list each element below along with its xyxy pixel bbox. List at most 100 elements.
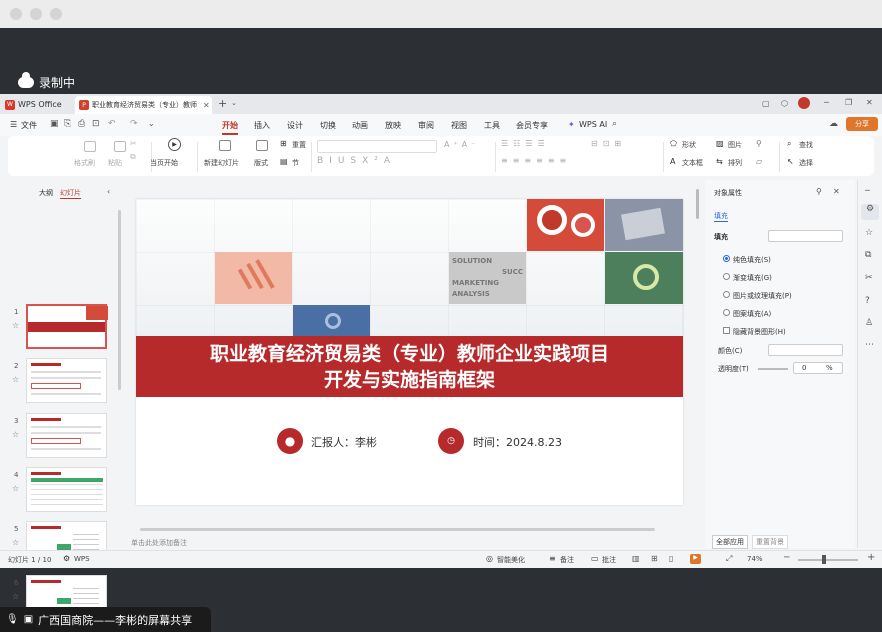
beautify-button[interactable]: 智能美化 <box>497 555 525 565</box>
tab-insert[interactable]: 插入 <box>254 120 270 131</box>
slide-thumbnail[interactable] <box>26 358 107 403</box>
transparency-input[interactable]: 0 % <box>793 362 843 374</box>
new-slide-button[interactable]: 新建幻灯片 <box>204 158 239 168</box>
normal-view-icon[interactable]: ▥ <box>632 554 640 563</box>
zoom-level[interactable]: 74% <box>747 555 763 563</box>
tab-list-icon[interactable]: ⌄ <box>231 99 237 107</box>
arrange-button[interactable]: 排列 <box>728 158 742 168</box>
tab-transition[interactable]: 切换 <box>320 120 336 131</box>
restore-app-icon[interactable]: ❐ <box>845 98 852 107</box>
save-icon[interactable]: ▣ <box>50 119 59 129</box>
outline-tab[interactable]: 大纲 <box>39 188 53 198</box>
slide-vscrollbar[interactable] <box>696 189 699 219</box>
cloud-sync-icon[interactable]: ☁ <box>829 119 838 129</box>
cube-icon[interactable]: ⬡ <box>781 99 788 108</box>
export-icon[interactable]: ⎘ <box>64 119 71 129</box>
picture-fill-radio[interactable] <box>723 291 730 298</box>
menu-icon[interactable]: ☰ <box>10 120 17 129</box>
slides-tab[interactable]: 幻灯片 <box>60 188 81 199</box>
tab-member[interactable]: 会员专享 <box>516 120 548 131</box>
close-window-button[interactable] <box>10 8 22 20</box>
slide-star-icon[interactable]: ☆ <box>12 484 19 493</box>
stamp-icon[interactable]: ♙ <box>865 318 873 328</box>
fill-section-header[interactable]: 填充 <box>714 232 728 242</box>
slide-star-icon[interactable]: ☆ <box>12 538 19 547</box>
wps-ai-button[interactable]: WPS AI <box>579 120 607 129</box>
close-app-icon[interactable]: ✕ <box>866 98 873 107</box>
slide-star-icon[interactable]: ☆ <box>12 430 19 439</box>
tab-animation[interactable]: 动画 <box>352 120 368 131</box>
fill-tab[interactable]: 填充 <box>714 211 728 222</box>
minimize-window-button[interactable] <box>30 8 42 20</box>
tab-wps-home[interactable]: W WPS Office <box>5 97 62 112</box>
hide-bg-checkbox[interactable] <box>723 327 730 334</box>
group-icon[interactable]: ▱ <box>756 157 762 166</box>
microphone-icon[interactable]: 🎙 <box>6 614 19 625</box>
panel-scrollbar[interactable] <box>118 210 121 390</box>
reset-bg-button-visible[interactable]: 重置背景 <box>752 535 788 549</box>
tab-document[interactable]: P 职业教育经济贸易类（专业）教师 ✕ <box>75 96 212 114</box>
font-format-icons[interactable]: BIUSX²A <box>317 156 396 166</box>
avatar[interactable] <box>798 97 810 109</box>
copy-icon[interactable]: ⧉ <box>130 152 136 162</box>
section-button[interactable]: 节 <box>292 158 299 168</box>
more-icon[interactable]: ⌄ <box>148 119 155 128</box>
zoom-out-icon[interactable]: ─ <box>784 553 789 563</box>
tab-design[interactable]: 设计 <box>287 120 303 131</box>
from-current-button[interactable]: 当页开始 <box>150 158 178 168</box>
slide-star-icon[interactable]: ☆ <box>12 375 19 384</box>
textbox-button[interactable]: 文本框 <box>682 158 703 168</box>
select-button[interactable]: 选择 <box>799 158 813 168</box>
slide-star-icon[interactable]: ☆ <box>12 592 19 601</box>
tab-review[interactable]: 审阅 <box>418 120 434 131</box>
slide-thumbnail[interactable] <box>26 413 107 458</box>
solid-fill-radio[interactable] <box>723 255 730 262</box>
properties-icon[interactable]: ⚙ <box>861 204 879 220</box>
color-dropdown[interactable] <box>768 344 843 356</box>
stamp-icon[interactable]: ⚲ <box>756 139 762 148</box>
tab-slideshow[interactable]: 放映 <box>385 120 401 131</box>
list-icons[interactable]: ☰☷☰☰ <box>501 139 550 148</box>
sorter-view-icon[interactable]: ⊞ <box>651 554 658 563</box>
pin-icon[interactable]: ⚲ <box>816 187 822 196</box>
apply-all-button-visible[interactable]: 全部应用 <box>712 535 748 549</box>
paragraph-icons[interactable]: ⊟⊡⊞ <box>591 139 626 148</box>
slide-thumbnail[interactable] <box>26 304 108 349</box>
pattern-fill-radio[interactable] <box>723 309 730 316</box>
font-size-icons[interactable]: A⁺A⁻ <box>444 140 479 149</box>
cut-icon[interactable]: ✂ <box>130 139 137 148</box>
close-tab-icon[interactable]: ✕ <box>203 101 210 110</box>
format-painter-button[interactable]: 格式刷 <box>74 158 95 168</box>
notes-button[interactable]: 备注 <box>560 555 574 565</box>
shape-button[interactable]: 形状 <box>682 140 696 150</box>
zoom-slider-handle[interactable] <box>822 555 826 564</box>
help-icon[interactable]: ? <box>865 296 870 306</box>
find-button[interactable]: 查找 <box>799 140 813 150</box>
search-icon[interactable]: ⌕ <box>612 119 617 129</box>
preview-icon[interactable]: ⊡ <box>92 119 100 129</box>
slide-star-icon[interactable]: ☆ <box>12 321 19 330</box>
reading-view-icon[interactable]: ▯ <box>669 554 673 563</box>
tab-tools[interactable]: 工具 <box>484 120 500 131</box>
share-button[interactable]: 分享 <box>846 117 878 131</box>
collapse-panel-icon[interactable]: ‹ <box>107 187 110 196</box>
zoom-in-icon[interactable]: + <box>867 552 875 563</box>
notes-placeholder[interactable]: 单击此处添加备注 <box>131 538 187 548</box>
align-icons[interactable]: ≡≡≡≡≡≡ <box>501 156 571 165</box>
print-icon[interactable]: ⎙ <box>78 119 85 129</box>
tab-view[interactable]: 视图 <box>451 120 467 131</box>
gradient-fill-radio[interactable] <box>723 273 730 280</box>
new-tab-icon[interactable]: + <box>218 97 227 110</box>
tab-home[interactable]: 开始 <box>222 120 238 135</box>
comments-button[interactable]: 批注 <box>602 555 616 565</box>
redo-icon[interactable]: ↷ <box>130 119 138 129</box>
fill-dropdown[interactable] <box>768 230 843 242</box>
play-slideshow-icon[interactable]: ▶ <box>690 554 701 564</box>
font-name-field[interactable] <box>317 140 437 153</box>
layout-button[interactable]: 版式 <box>254 158 268 168</box>
file-menu[interactable]: 文件 <box>21 120 37 131</box>
zoom-window-button[interactable] <box>50 8 62 20</box>
tools-icon[interactable]: ✂ <box>865 273 873 283</box>
copy-icon[interactable]: ⧉ <box>865 250 871 260</box>
star-icon[interactable]: ☆ <box>865 228 873 238</box>
